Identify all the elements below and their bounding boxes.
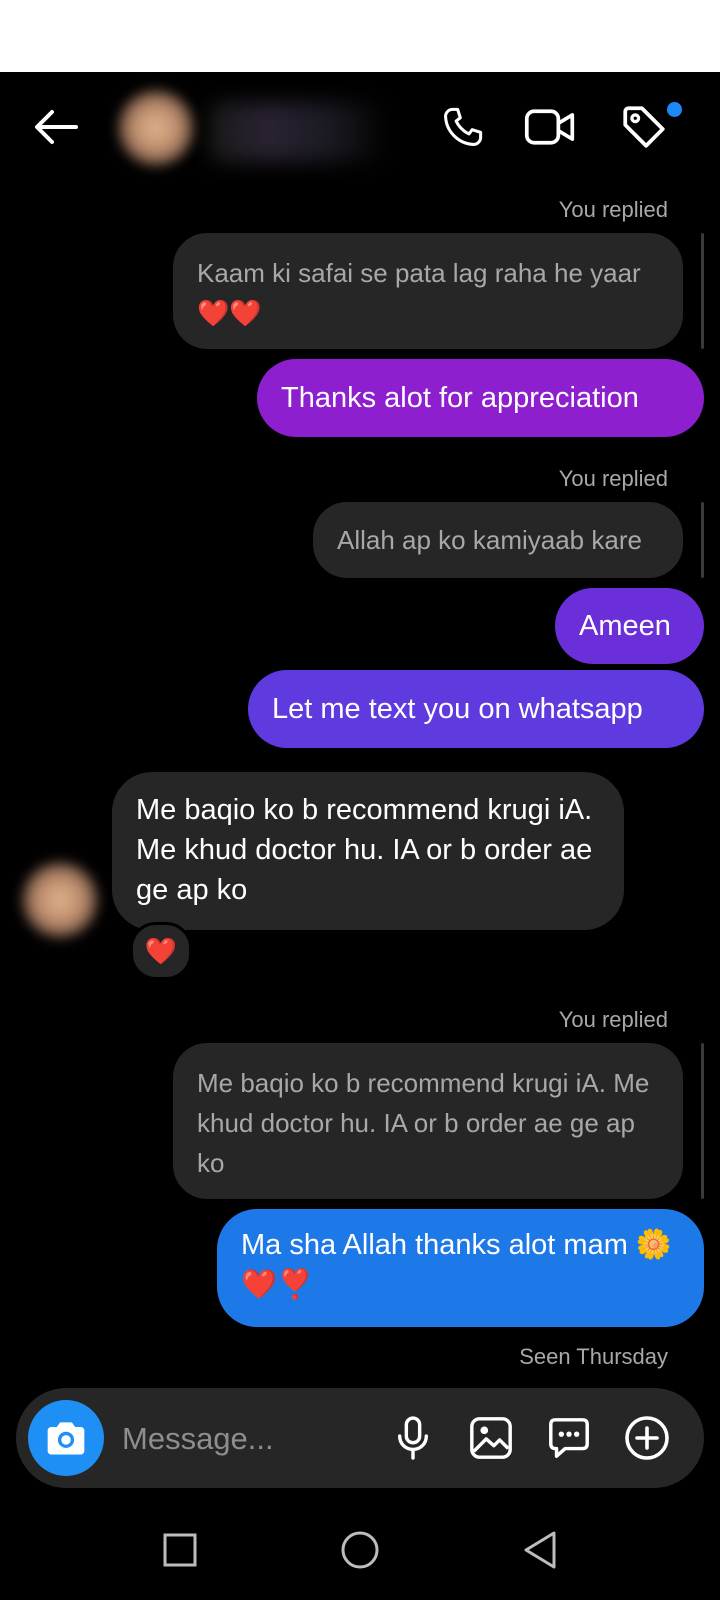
message-input[interactable]	[120, 1416, 384, 1462]
plus-circle-icon	[625, 1416, 669, 1460]
tag-button[interactable]	[614, 72, 674, 182]
arrow-left-icon	[35, 110, 78, 144]
back-button[interactable]	[26, 72, 86, 182]
reply-indicator	[701, 502, 704, 578]
sent-message[interactable]: Let me text you on whatsapp	[248, 670, 704, 748]
more-button[interactable]	[622, 1413, 672, 1463]
recents-button[interactable]	[150, 1520, 210, 1580]
system-nav-bar	[0, 1500, 720, 1600]
voice-button[interactable]	[388, 1413, 438, 1463]
camera-icon	[47, 1422, 85, 1455]
chat-header	[0, 72, 720, 182]
quoted-message[interactable]: Kaam ki safai se pata lag raha he yaar❤️…	[173, 233, 683, 349]
status-bar	[0, 0, 720, 72]
reply-label: You replied	[558, 466, 668, 491]
image-icon	[470, 1417, 512, 1459]
gallery-button[interactable]	[466, 1413, 516, 1463]
home-button[interactable]	[330, 1520, 390, 1580]
message-composer	[16, 1388, 704, 1488]
chat-sticker-icon	[549, 1418, 589, 1458]
notification-dot	[667, 102, 682, 117]
nav-back-button[interactable]	[510, 1520, 570, 1580]
circle-icon	[341, 1531, 379, 1569]
sent-message[interactable]: Ma sha Allah thanks alot mam 🌼❤️❣️	[217, 1209, 704, 1327]
reply-indicator	[701, 233, 704, 349]
video-camera-icon	[524, 109, 575, 145]
reply-indicator	[701, 1043, 704, 1199]
quoted-message[interactable]: Allah ap ko kamiyaab kare	[313, 502, 683, 578]
call-button[interactable]	[433, 72, 493, 182]
contact-name[interactable]	[210, 102, 390, 162]
microphone-icon	[397, 1416, 429, 1460]
reply-label: You replied	[558, 197, 668, 222]
sent-message[interactable]: Thanks alot for appreciation	[257, 359, 704, 437]
sent-message[interactable]: Ameen	[555, 588, 704, 664]
video-call-button[interactable]	[520, 72, 580, 182]
reply-label: You replied	[558, 1007, 668, 1032]
square-icon	[163, 1533, 197, 1567]
received-message[interactable]: Me baqio ko b recommend krugi iA. Me khu…	[112, 772, 624, 930]
seen-status: Seen Thursday	[519, 1344, 668, 1369]
sticker-button[interactable]	[544, 1413, 594, 1463]
sender-avatar[interactable]	[22, 862, 98, 938]
contact-avatar[interactable]	[118, 90, 194, 166]
tag-icon	[623, 106, 665, 148]
heart-icon: ❤️	[144, 935, 178, 966]
triangle-back-icon	[524, 1531, 556, 1569]
camera-button[interactable]	[28, 1400, 104, 1476]
reaction-badge[interactable]: ❤️	[130, 922, 192, 980]
quoted-message[interactable]: Me baqio ko b recommend krugi iA. Me khu…	[173, 1043, 683, 1199]
phone-icon	[444, 107, 483, 146]
